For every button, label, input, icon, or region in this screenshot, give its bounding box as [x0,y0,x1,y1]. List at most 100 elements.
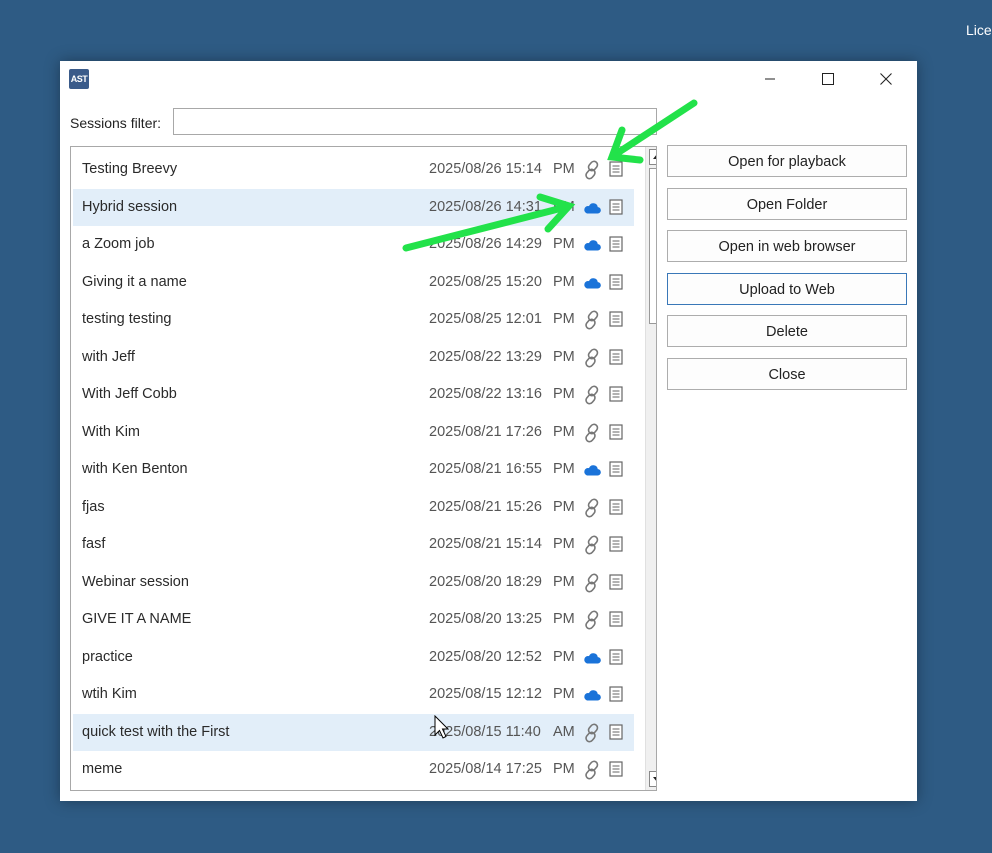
minimize-icon [765,78,775,80]
session-row[interactable]: Testing Breevy 2025/08/26 15:14 PM [73,151,634,188]
open-folder-button[interactable]: Open Folder [667,188,907,220]
session-row[interactable]: GIVE IT A NAME 2025/08/20 13:25 PM [73,601,634,638]
session-ampm: PM [553,386,575,402]
session-ampm: PM [553,273,575,290]
session-row[interactable]: testing testing 2025/08/25 12:01 PM [73,301,634,338]
session-row[interactable]: with Jeff 2025/08/22 13:29 PM [73,339,634,376]
cloud-icon[interactable] [582,685,602,705]
session-ampm: PM [553,161,575,177]
document-icon[interactable] [609,611,623,627]
document-icon[interactable] [609,761,623,777]
session-name: wtih Kim [82,686,137,702]
session-row[interactable]: practice 2025/08/20 12:52 PM [73,639,634,676]
cloud-icon[interactable] [582,198,602,218]
session-name: GIVE IT A NAME [82,611,192,627]
document-icon[interactable] [609,461,623,477]
link-icon[interactable] [582,348,602,368]
minimize-button[interactable] [741,61,799,97]
vertical-scrollbar[interactable] [645,147,656,790]
open-for-playback-button[interactable]: Open for playback [667,145,907,177]
mouse-cursor-icon [434,715,450,739]
cloud-icon[interactable] [582,235,602,255]
session-row[interactable]: Hybrid session 2025/08/26 14:31 PM [73,188,634,226]
maximize-button[interactable] [799,61,857,97]
document-icon[interactable] [609,311,623,327]
session-date: 2025/08/21 15:14 [429,536,542,552]
session-row[interactable]: With Jeff Cobb 2025/08/22 13:16 PM [73,376,634,413]
session-ampm: PM [553,648,575,665]
session-date: 2025/08/21 17:26 [429,423,542,440]
session-ampm: PM [553,198,575,215]
document-icon[interactable] [609,161,623,177]
session-ampm: PM [553,573,575,590]
link-icon[interactable] [582,310,602,330]
delete-button[interactable]: Delete [667,315,907,347]
session-ampm: PM [553,236,575,252]
scroll-down-icon [653,777,656,781]
session-row[interactable]: quick test with the First 2025/08/15 11:4… [73,713,634,751]
document-icon[interactable] [609,573,623,590]
session-ampm: PM [553,461,575,477]
session-date: 2025/08/22 13:29 [429,348,542,365]
scroll-up-button[interactable] [649,149,656,165]
session-row[interactable]: Giving it a name 2025/08/25 15:20 PM [73,264,634,301]
document-icon[interactable] [609,198,623,215]
document-icon[interactable] [609,273,623,290]
document-icon[interactable] [609,498,623,515]
session-date: 2025/08/25 15:20 [429,273,542,290]
document-icon[interactable] [609,686,623,702]
scrollbar-thumb[interactable] [649,168,656,324]
cloud-icon[interactable] [582,460,602,480]
session-name: Hybrid session [82,198,178,215]
session-date: 2025/08/15 12:12 [429,686,542,702]
session-row[interactable]: Webinar session 2025/08/20 18:29 PM [73,564,634,601]
title-bar: AST [60,61,917,97]
sessions-window: AST Sessions filter: meme 2025/08/14 17:2… [60,61,917,801]
session-name: Webinar session [82,573,189,590]
document-icon[interactable] [609,348,623,365]
link-icon[interactable] [582,535,602,555]
session-row[interactable]: meme 2025/08/14 17:25 PM [73,751,634,788]
link-icon[interactable] [582,610,602,630]
document-icon[interactable] [609,386,623,402]
link-icon[interactable] [582,760,602,780]
link-icon[interactable] [582,723,602,743]
link-icon[interactable] [582,385,602,405]
document-icon[interactable] [609,236,623,252]
link-icon[interactable] [582,498,602,518]
cloud-icon[interactable] [582,273,602,293]
session-name: meme [82,761,123,777]
link-icon[interactable] [582,573,602,593]
link-icon[interactable] [582,423,602,443]
session-name: fjas [82,498,105,515]
cloud-icon[interactable] [582,648,602,668]
session-date: 2025/08/20 13:25 [429,611,542,627]
session-row[interactable]: a Zoom job 2025/08/26 14:29 PM [73,226,634,263]
document-icon[interactable] [609,536,623,552]
session-row[interactable]: fasf 2025/08/21 15:14 PM [73,526,634,563]
session-name: a Zoom job [82,236,155,252]
document-icon[interactable] [609,648,623,665]
document-icon[interactable] [609,723,623,740]
session-date: 2025/08/14 17:25 [429,761,542,777]
session-name: quick test with the First [82,723,230,740]
maximize-icon [822,73,834,85]
close-window-button[interactable] [857,61,915,97]
close-button[interactable]: Close [667,358,907,390]
document-icon[interactable] [609,423,623,440]
session-row[interactable]: wtih Kim 2025/08/15 12:12 PM [73,676,634,713]
session-row[interactable]: with Ken Benton 2025/08/21 16:55 PM [73,451,634,488]
session-ampm: PM [553,611,575,627]
session-row[interactable]: fjas 2025/08/21 15:26 PM [73,489,634,526]
open-in-web-browser-button[interactable]: Open in web browser [667,230,907,262]
sessions-list[interactable]: meme 2025/08/14 17:25 PM quick test with th… [70,146,657,791]
session-row[interactable]: With Kim 2025/08/21 17:26 PM [73,414,634,451]
session-name: with Jeff [82,348,135,365]
sessions-filter-input[interactable] [173,108,657,135]
session-ampm: PM [553,498,575,515]
session-ampm: AM [553,723,575,740]
upload-to-web-button[interactable]: Upload to Web [667,273,907,305]
session-date: 2025/08/26 14:29 [429,236,542,252]
scroll-down-button[interactable] [649,771,656,787]
link-icon[interactable] [582,160,602,180]
